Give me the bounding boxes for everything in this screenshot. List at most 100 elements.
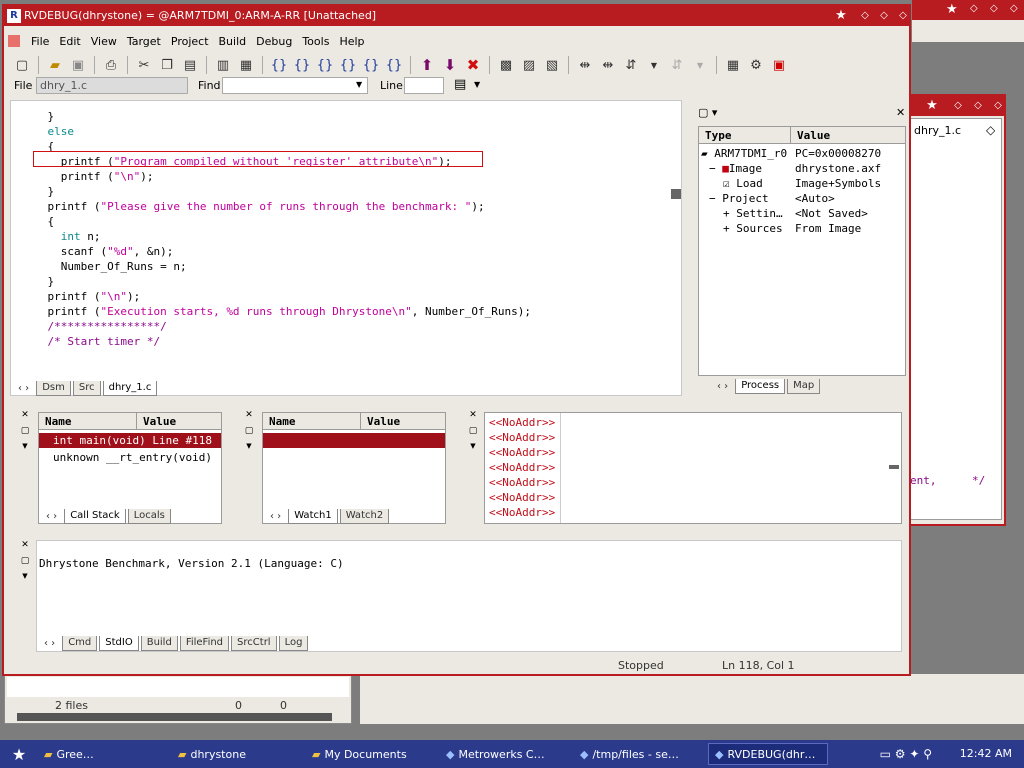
code-editor[interactable]: } else { printf ("Program compiled witho… <box>10 100 682 396</box>
close-icon[interactable]: ✕ <box>21 410 29 420</box>
minimize-icon[interactable]: ◇ <box>858 10 872 22</box>
window-menu-icon[interactable]: ▢ ▾ <box>698 106 717 119</box>
scroll-left-icon[interactable]: ‹ › <box>39 637 60 651</box>
system-menu-icon[interactable] <box>8 35 20 47</box>
restore-icon[interactable]: ▢ <box>469 426 478 436</box>
tab-watch2[interactable]: Watch2 <box>339 509 390 524</box>
memory-row[interactable]: <<NoAddr>> <box>489 460 555 475</box>
step-icon-5[interactable]: {} <box>361 55 381 75</box>
close-icon[interactable]: ✕ <box>469 410 477 420</box>
copy-icon[interactable]: ❐ <box>157 55 177 75</box>
close-icon[interactable]: ✕ <box>896 106 905 119</box>
tab-src[interactable]: Src <box>72 381 101 396</box>
memory-row[interactable]: <<NoAddr>> <box>489 430 555 445</box>
watch-row-selected[interactable] <box>263 433 445 448</box>
restore-icon[interactable]: ▢ <box>21 426 30 436</box>
menu-debug[interactable]: Debug <box>251 35 297 48</box>
main-titlebar[interactable]: R RVDEBUG(dhrystone) = @ARM7TDMI_0:ARM-A… <box>4 6 909 26</box>
step-icon-6[interactable]: {} <box>384 55 404 75</box>
restore-icon[interactable]: ▢ <box>245 426 254 436</box>
connect-icon[interactable]: ▧ <box>542 55 562 75</box>
menu-target[interactable]: Target <box>122 35 166 48</box>
back-window-titlebar[interactable]: ★ ◇ ◇ ◇ <box>907 96 1004 116</box>
split-icon-2[interactable]: ⇹ <box>598 55 618 75</box>
taskbar-item[interactable]: ▰ Gree… <box>38 743 168 765</box>
save-icon[interactable]: ▣ <box>68 55 88 75</box>
menu-help[interactable]: Help <box>334 35 369 48</box>
scroll-thumb[interactable] <box>671 189 681 199</box>
load-image-icon[interactable]: ▩ <box>496 55 516 75</box>
scroll-left-icon[interactable]: ‹ › <box>13 382 34 396</box>
document-icon[interactable]: ▤ <box>454 77 466 92</box>
reload-icon[interactable]: ▨ <box>519 55 539 75</box>
cut-icon[interactable]: ✂ <box>134 55 154 75</box>
file-field[interactable]: dhry_1.c <box>36 77 188 94</box>
output-panel[interactable]: Dhrystone Benchmark, Version 2.1 (Langua… <box>36 540 902 652</box>
debug-icon-1[interactable]: ▥ <box>213 55 233 75</box>
close-icon[interactable]: ◇ <box>1010 3 1018 14</box>
scroll-left-icon[interactable]: ‹ › <box>265 510 286 524</box>
restore-icon[interactable]: ▢ <box>21 556 30 566</box>
settings-icon[interactable]: ⚙ <box>746 55 766 75</box>
callstack-panel[interactable]: Name Value int main(void) Line #118 unkn… <box>38 412 222 524</box>
taskbar-item[interactable]: ◆/tmp/files - se… <box>574 743 704 765</box>
chevron-down-icon[interactable]: ▼ <box>22 442 27 450</box>
grid-icon[interactable]: ▦ <box>723 55 743 75</box>
memory-panel[interactable]: <<NoAddr>> <<NoAddr>> <<NoAddr>> <<NoAddr>>… <box>484 412 902 524</box>
menu-view[interactable]: View <box>86 35 122 48</box>
vertical-scrollbar[interactable] <box>669 101 681 381</box>
debug-icon-2[interactable]: ▦ <box>236 55 256 75</box>
diamond-icon[interactable]: ◇ <box>986 123 995 137</box>
callstack-row-selected[interactable]: int main(void) Line #118 <box>39 433 221 448</box>
maximize-icon[interactable]: ◇ <box>971 100 985 112</box>
close-icon[interactable]: ✕ <box>21 540 29 550</box>
maximize-icon[interactable]: ◇ <box>990 3 998 14</box>
process-row[interactable]: + Sources From Image <box>699 221 905 236</box>
menu-project[interactable]: Project <box>166 35 214 48</box>
maximize-icon[interactable]: ◇ <box>877 10 891 22</box>
close-icon[interactable]: ✕ <box>245 410 253 420</box>
taskbar-item[interactable]: ◆ RVDEBUG(dhr… <box>708 743 828 765</box>
split-icon-1[interactable]: ⇹ <box>575 55 595 75</box>
menu-edit[interactable]: Edit <box>54 35 85 48</box>
tab-locals[interactable]: Locals <box>127 509 171 524</box>
tab-stdio[interactable]: StdIO <box>99 636 139 651</box>
tab-map[interactable]: Map <box>787 379 821 394</box>
memory-scroll-thumb[interactable] <box>889 465 899 469</box>
chevron-down-icon[interactable]: ▼ <box>470 442 475 450</box>
step-icon-2[interactable]: {} <box>292 55 312 75</box>
callstack-row[interactable]: unknown __rt_entry(void) <box>39 450 221 465</box>
scroll-left-icon[interactable]: ‹ › <box>712 380 733 394</box>
arrow-up-icon[interactable]: ⬆ <box>417 55 437 75</box>
menu-build[interactable]: Build <box>214 35 252 48</box>
tab-dsm[interactable]: Dsm <box>36 381 71 396</box>
find-input[interactable] <box>222 77 368 94</box>
chevron-down-icon[interactable]: ▼ <box>356 80 362 89</box>
back-window-editor[interactable]: dhry_1.c ◇ ent, */ <box>909 118 1002 520</box>
print-icon[interactable]: ⎙ <box>101 55 121 75</box>
paste-icon[interactable]: ▤ <box>180 55 200 75</box>
process-row[interactable]: − ■Image dhrystone.axf <box>699 161 905 176</box>
process-row[interactable]: − Project <Auto> <box>699 191 905 206</box>
split-dropdown-icon[interactable]: ⇵ <box>621 55 641 75</box>
tab-build[interactable]: Build <box>140 636 178 651</box>
tab-call-stack[interactable]: Call Stack <box>64 509 126 524</box>
tab-log[interactable]: Log <box>278 636 309 651</box>
taskbar-item[interactable]: ▰ dhrystone <box>172 743 302 765</box>
step-icon-3[interactable]: {} <box>315 55 335 75</box>
taskbar-item[interactable]: ◆ Metrowerks C… <box>440 743 570 765</box>
tab-cmd[interactable]: Cmd <box>62 636 98 651</box>
chevron-down-icon[interactable]: ▼ <box>246 442 251 450</box>
minimize-icon[interactable]: ◇ <box>970 3 978 14</box>
tab-srcctrl[interactable]: SrcCtrl <box>231 636 277 651</box>
step-icon-4[interactable]: {} <box>338 55 358 75</box>
tab-filefind[interactable]: FileFind <box>179 636 230 651</box>
open-folder-icon[interactable]: ▰ <box>45 55 65 75</box>
chevron-down-icon[interactable]: ▼ <box>644 55 664 75</box>
watch-panel[interactable]: Name Value ‹ › Watch1 Watch2 <box>262 412 446 524</box>
close-icon[interactable]: ◇ <box>991 100 1004 112</box>
menu-tools[interactable]: Tools <box>297 35 334 48</box>
tab-process[interactable]: Process <box>735 379 786 394</box>
process-tree[interactable]: Type Value ▰ ARM7TDMI_r0 PC=0x00008270− ■… <box>698 126 906 376</box>
process-row[interactable]: ☑ Load Image+Symbols <box>699 176 905 191</box>
